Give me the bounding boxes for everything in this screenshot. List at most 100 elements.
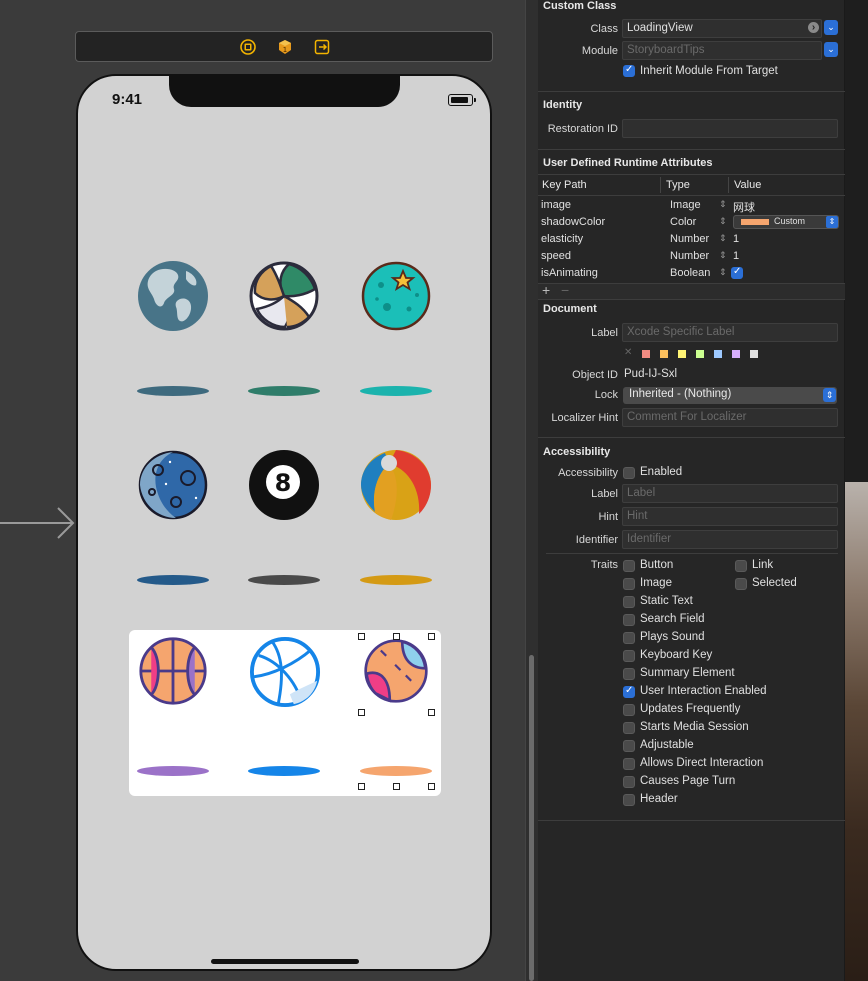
resize-handle[interactable]: [358, 633, 365, 640]
value-cell[interactable]: 网球: [733, 199, 755, 215]
trait-checkbox[interactable]: [623, 596, 635, 608]
accessibility-enabled-checkbox[interactable]: [623, 467, 635, 479]
key-path-cell: speed: [541, 250, 571, 262]
table-row[interactable]: speed Number ⇕ 1: [538, 248, 845, 265]
remove-attribute-button[interactable]: −: [561, 282, 569, 298]
lock-popup[interactable]: Inherited - (Nothing) ⇕: [623, 387, 837, 404]
object-id-value: Pud-IJ-Sxl: [624, 368, 678, 380]
moon-ball-icon[interactable]: [136, 448, 210, 522]
type-cell: Color: [670, 216, 697, 228]
restoration-id-label: Restoration ID: [547, 123, 618, 135]
column-key-path[interactable]: Key Path: [542, 179, 587, 191]
trait-label: Image: [640, 577, 672, 589]
resize-handle[interactable]: [428, 709, 435, 716]
canvas-scrollbar[interactable]: [525, 0, 538, 981]
type-stepper-icon[interactable]: ⇕: [719, 250, 727, 261]
trait-checkbox[interactable]: [623, 614, 635, 626]
is-animating-checkbox[interactable]: [731, 266, 743, 279]
table-row[interactable]: isAnimating Boolean ⇕: [538, 265, 845, 282]
type-cell: Image: [670, 199, 701, 211]
trait-checkbox[interactable]: [623, 740, 635, 752]
color-popup-button[interactable]: Custom ⇕: [733, 215, 839, 229]
star-ball-icon[interactable]: [359, 259, 433, 333]
earth-ball-icon[interactable]: [136, 259, 210, 333]
volleyball-icon[interactable]: [247, 259, 321, 333]
trait-checkbox[interactable]: [623, 578, 635, 590]
restoration-id-field[interactable]: [622, 119, 838, 138]
resize-handle[interactable]: [393, 633, 400, 640]
trait-checkbox[interactable]: [623, 560, 635, 572]
trait-checkbox[interactable]: [735, 560, 747, 572]
value-cell[interactable]: 1: [733, 250, 739, 262]
navigate-arrow-icon[interactable]: ›: [808, 22, 819, 33]
trait-checkbox[interactable]: [623, 722, 635, 734]
color-dropdown-icon[interactable]: ⇕: [826, 216, 838, 228]
trait-checkbox[interactable]: [623, 668, 635, 680]
table-row[interactable]: shadowColor Color ⇕ Custom ⇕: [538, 214, 845, 231]
resize-handle[interactable]: [393, 783, 400, 790]
divider: [538, 91, 845, 92]
label-color-swatch[interactable]: [642, 350, 650, 358]
label-color-swatch[interactable]: [696, 350, 704, 358]
trait-checkbox[interactable]: [623, 685, 635, 698]
trait-checkbox[interactable]: [623, 794, 635, 806]
attributes-inspector: Custom Class Class LoadingView › ⌄ Modul…: [538, 0, 845, 981]
exit-icon[interactable]: [314, 39, 330, 55]
type-stepper-icon[interactable]: ⇕: [719, 233, 727, 244]
module-field[interactable]: StoryboardTips: [622, 41, 822, 60]
type-stepper-icon[interactable]: ⇕: [719, 267, 727, 278]
battery-nub: [474, 98, 476, 102]
column-value[interactable]: Value: [734, 179, 761, 191]
module-dropdown-icon[interactable]: ⌄: [824, 42, 838, 57]
type-stepper-icon[interactable]: ⇕: [719, 216, 727, 227]
ball-shadow: [360, 575, 432, 585]
value-cell[interactable]: 1: [733, 233, 739, 245]
label-color-swatch[interactable]: [678, 350, 686, 358]
trait-checkbox[interactable]: [623, 704, 635, 716]
class-field[interactable]: LoadingView: [622, 19, 822, 38]
class-dropdown-icon[interactable]: ⌄: [824, 20, 838, 35]
label-color-swatch[interactable]: [732, 350, 740, 358]
view-controller-icon[interactable]: [240, 39, 256, 55]
label-color-swatch[interactable]: [750, 350, 758, 358]
label-color-swatch[interactable]: [714, 350, 722, 358]
eight-ball-icon[interactable]: 8: [247, 448, 321, 522]
column-type[interactable]: Type: [666, 179, 690, 191]
table-row[interactable]: image Image ⇕ 网球: [538, 197, 845, 214]
storyboard-canvas[interactable]: 1 9:41 8: [0, 0, 525, 981]
clear-label-color-icon[interactable]: ✕: [624, 347, 632, 358]
trait-checkbox[interactable]: [735, 578, 747, 590]
resize-handle[interactable]: [358, 709, 365, 716]
resize-handle[interactable]: [428, 633, 435, 640]
type-stepper-icon[interactable]: ⇕: [719, 199, 727, 210]
lock-dropdown-icon[interactable]: ⇕: [823, 388, 836, 402]
document-label-field[interactable]: Xcode Specific Label: [622, 323, 838, 342]
object-id-label: Object ID: [572, 369, 618, 381]
inherit-module-checkbox[interactable]: [623, 64, 635, 77]
a11y-hint-field[interactable]: Hint: [622, 507, 838, 526]
resize-handle[interactable]: [358, 783, 365, 790]
a11y-identifier-field[interactable]: Identifier: [622, 530, 838, 549]
trait-checkbox[interactable]: [623, 758, 635, 770]
basketball-blue-icon[interactable]: [249, 636, 321, 708]
trait-checkbox[interactable]: [623, 776, 635, 788]
localizer-hint-field[interactable]: Comment For Localizer: [622, 408, 838, 427]
type-cell: Number: [670, 233, 710, 245]
trait-label: Allows Direct Interaction: [640, 757, 764, 769]
color-swatch: [741, 219, 769, 225]
baseball-icon[interactable]: [363, 638, 429, 704]
ball-shadow: [248, 766, 320, 776]
divider: [538, 149, 845, 150]
resize-handle[interactable]: [428, 783, 435, 790]
table-row[interactable]: elasticity Number ⇕ 1: [538, 231, 845, 248]
trait-checkbox[interactable]: [623, 632, 635, 644]
beach-ball-icon[interactable]: [359, 448, 433, 522]
a11y-label-field[interactable]: Label: [622, 484, 838, 503]
add-attribute-button[interactable]: +: [542, 282, 550, 298]
first-responder-icon[interactable]: 1: [277, 39, 293, 55]
label-color-swatch[interactable]: [660, 350, 668, 358]
iphone-frame[interactable]: 9:41 8: [76, 74, 492, 971]
trait-checkbox[interactable]: [623, 650, 635, 662]
scrollbar-thumb[interactable]: [529, 655, 534, 981]
basketball-pink-icon[interactable]: [138, 636, 208, 706]
